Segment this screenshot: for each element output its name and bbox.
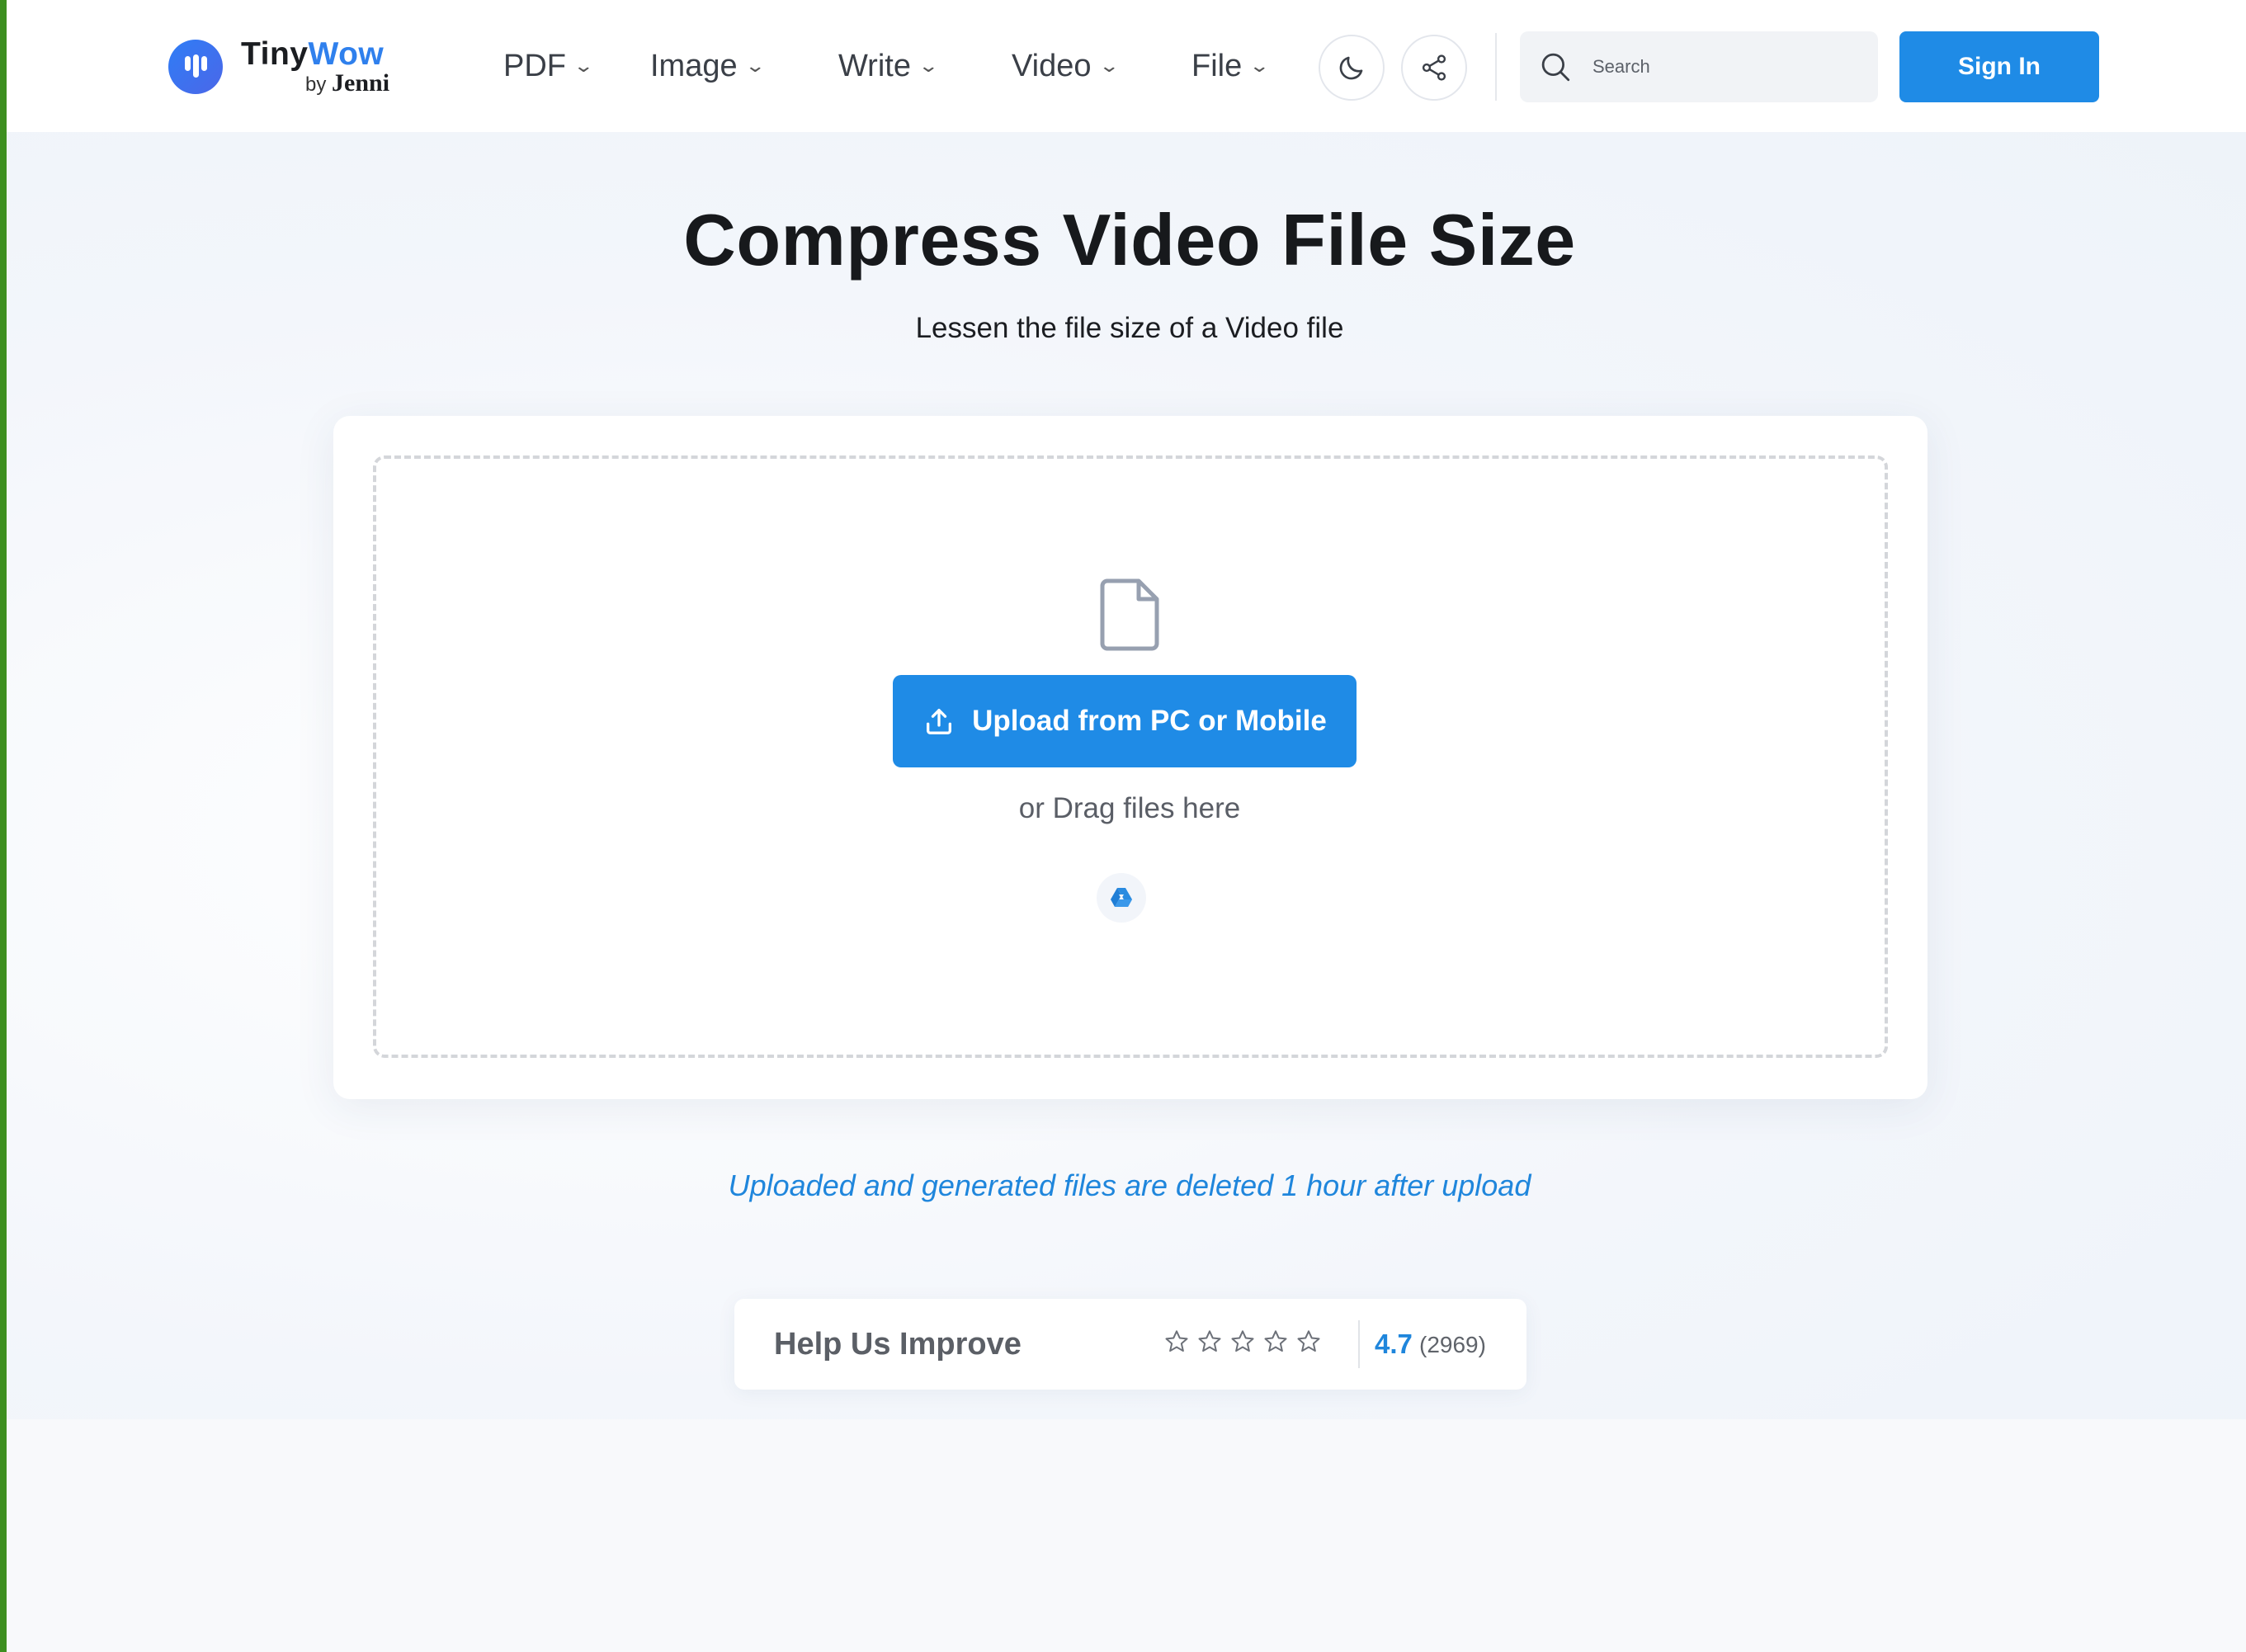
nav-label: Video: [1012, 48, 1092, 83]
upload-button-label: Upload from PC or Mobile: [972, 705, 1327, 737]
drag-hint: or Drag files here: [1018, 792, 1241, 824]
logo-wordmark[interactable]: TinyWow: [241, 36, 384, 73]
rating-count: (2969): [1419, 1332, 1486, 1357]
chevron-down-icon: ⌄: [918, 55, 940, 76]
share-icon: [1422, 54, 1446, 81]
nav-label: File: [1191, 48, 1243, 83]
logo-byline-name: Jenni: [332, 69, 390, 97]
star-rating: [1163, 1329, 1322, 1355]
nav-file[interactable]: File ⌄: [1191, 46, 1270, 86]
chevron-down-icon: ⌄: [1248, 55, 1271, 76]
logo-brand-main: Tiny: [241, 36, 309, 72]
rating-label: Help Us Improve: [774, 1327, 1022, 1362]
moon-icon: [1339, 56, 1363, 80]
nav-write[interactable]: Write ⌄: [838, 46, 940, 86]
page-title: Compress Video File Size: [683, 199, 1576, 281]
google-drive-icon: [1111, 888, 1132, 907]
search-bar[interactable]: [1520, 31, 1878, 102]
nav-label: Write: [838, 48, 911, 83]
star-icon[interactable]: [1295, 1329, 1322, 1355]
file-retention-notice: Uploaded and generated files are deleted…: [728, 1168, 1531, 1202]
nav-label: PDF: [503, 48, 566, 83]
star-icon[interactable]: [1229, 1329, 1256, 1355]
logo-by-text: by: [305, 73, 327, 96]
upload-button[interactable]: Upload from PC or Mobile: [893, 675, 1357, 767]
upload-icon: [927, 709, 952, 734]
chevron-down-icon: ⌄: [1097, 55, 1120, 76]
rating-score: 4.7: [1375, 1329, 1413, 1359]
star-icon[interactable]: [1196, 1329, 1223, 1355]
search-input[interactable]: [1592, 51, 1857, 83]
star-icon[interactable]: [1262, 1329, 1289, 1355]
nav-pdf[interactable]: PDF ⌄: [503, 46, 595, 86]
sign-in-button[interactable]: Sign In: [1899, 31, 2099, 102]
logo-brand-accent: Wow: [308, 36, 385, 72]
nav-video[interactable]: Video ⌄: [1012, 46, 1120, 86]
share-button[interactable]: [1401, 35, 1467, 101]
rating-divider: [1358, 1320, 1360, 1368]
page-subtitle: Lessen the file size of a Video file: [915, 312, 1344, 344]
top-navbar: TinyWow by Jenni PDF ⌄ Image ⌄ Write ⌄ Vide…: [7, 0, 2246, 132]
nav-image[interactable]: Image ⌄: [650, 46, 766, 86]
google-drive-button[interactable]: [1097, 873, 1146, 923]
star-icon[interactable]: [1163, 1329, 1190, 1355]
nav-label: Image: [650, 48, 738, 83]
logo-icon[interactable]: [168, 40, 223, 94]
header-divider: [1495, 33, 1497, 101]
logo-byline: by Jenni: [305, 69, 389, 97]
theme-toggle-button[interactable]: [1319, 35, 1385, 101]
file-icon: [1100, 578, 1159, 651]
chevron-down-icon: ⌄: [743, 55, 766, 76]
page-footer-area: [7, 1419, 2246, 1652]
search-icon: [1541, 53, 1570, 82]
chevron-down-icon: ⌄: [573, 55, 595, 76]
rating-widget: Help Us Improve 4.7 (2969): [734, 1299, 1526, 1390]
